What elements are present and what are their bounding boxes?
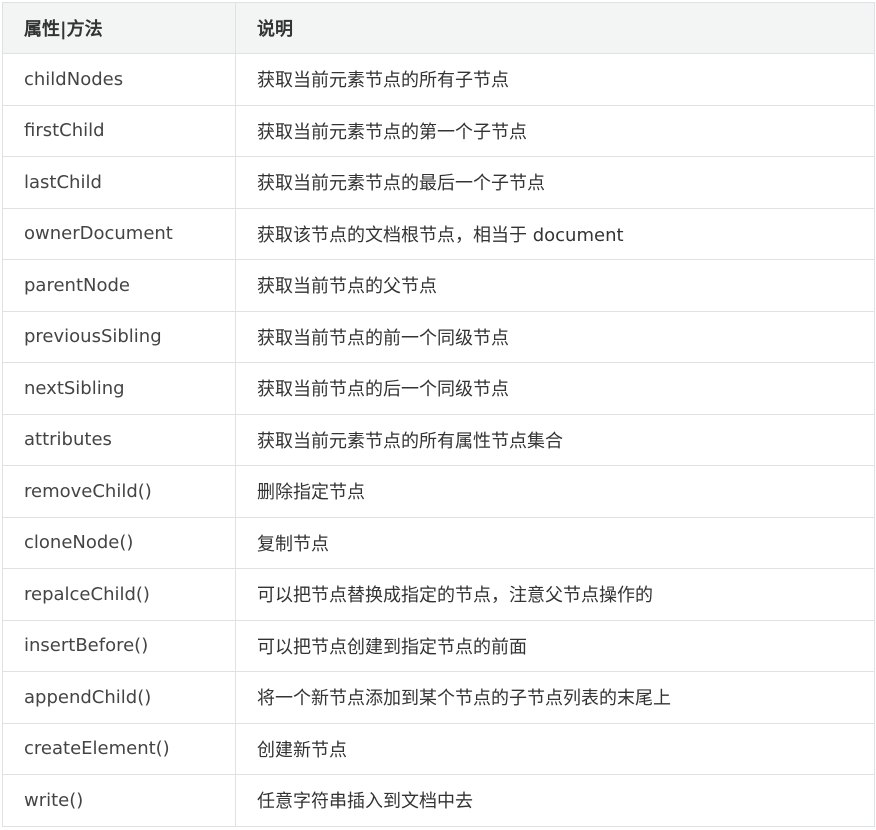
table-row: removeChild() 删除指定节点 (2, 465, 875, 518)
method-description: 将一个新节点添加到某个节点的子节点列表的末尾上 (235, 671, 875, 724)
method-description: 删除指定节点 (235, 465, 875, 518)
method-name: repalceChild() (2, 568, 236, 621)
table-row: lastChild 获取当前元素节点的最后一个子节点 (2, 156, 875, 209)
property-name: parentNode (2, 259, 236, 312)
table-header: 属性|方法 说明 (2, 2, 875, 54)
property-name: ownerDocument (2, 207, 236, 260)
method-description: 可以把节点替换成指定的节点，注意父节点操作的 (235, 568, 875, 621)
property-description: 获取当前元素节点的第一个子节点 (235, 104, 875, 157)
property-name: previousSibling (2, 310, 236, 363)
property-description: 获取当前节点的父节点 (235, 259, 875, 312)
table-row: createElement() 创建新节点 (2, 722, 875, 775)
dom-methods-table: 属性|方法 说明 childNodes 获取当前元素节点的所有子节点 first… (2, 2, 875, 827)
header-row: 属性|方法 说明 (2, 2, 875, 54)
method-description: 可以把节点创建到指定节点的前面 (235, 619, 875, 672)
table-row: childNodes 获取当前元素节点的所有子节点 (2, 53, 875, 106)
property-name: attributes (2, 413, 236, 466)
property-description: 获取当前元素节点的最后一个子节点 (235, 156, 875, 209)
method-name: write() (2, 774, 236, 827)
method-description: 复制节点 (235, 516, 875, 569)
table-row: write() 任意字符串插入到文档中去 (2, 774, 875, 827)
property-description: 获取当前节点的前一个同级节点 (235, 310, 875, 363)
property-name: firstChild (2, 104, 236, 157)
header-description: 说明 (235, 2, 875, 54)
method-name: createElement() (2, 722, 236, 775)
table-row: cloneNode() 复制节点 (2, 516, 875, 569)
table-row: ownerDocument 获取该节点的文档根节点，相当于 document (2, 207, 875, 260)
table-row: appendChild() 将一个新节点添加到某个节点的子节点列表的末尾上 (2, 671, 875, 724)
table-row: previousSibling 获取当前节点的前一个同级节点 (2, 310, 875, 363)
method-description: 任意字符串插入到文档中去 (235, 774, 875, 827)
property-description: 获取当前元素节点的所有子节点 (235, 53, 875, 106)
table-row: insertBefore() 可以把节点创建到指定节点的前面 (2, 619, 875, 672)
property-description: 获取当前节点的后一个同级节点 (235, 362, 875, 415)
method-name: insertBefore() (2, 619, 236, 672)
table-row: attributes 获取当前元素节点的所有属性节点集合 (2, 413, 875, 466)
table-row: nextSibling 获取当前节点的后一个同级节点 (2, 362, 875, 415)
property-name: childNodes (2, 53, 236, 106)
property-name: lastChild (2, 156, 236, 209)
table-body: childNodes 获取当前元素节点的所有子节点 firstChild 获取当… (2, 53, 875, 827)
method-name: appendChild() (2, 671, 236, 724)
property-name: nextSibling (2, 362, 236, 415)
method-description: 创建新节点 (235, 722, 875, 775)
property-description: 获取该节点的文档根节点，相当于 document (235, 207, 875, 260)
method-name: cloneNode() (2, 516, 236, 569)
table-row: parentNode 获取当前节点的父节点 (2, 259, 875, 312)
table-row: repalceChild() 可以把节点替换成指定的节点，注意父节点操作的 (2, 568, 875, 621)
method-name: removeChild() (2, 465, 236, 518)
header-property-method: 属性|方法 (2, 2, 236, 54)
property-description: 获取当前元素节点的所有属性节点集合 (235, 413, 875, 466)
table-row: firstChild 获取当前元素节点的第一个子节点 (2, 104, 875, 157)
